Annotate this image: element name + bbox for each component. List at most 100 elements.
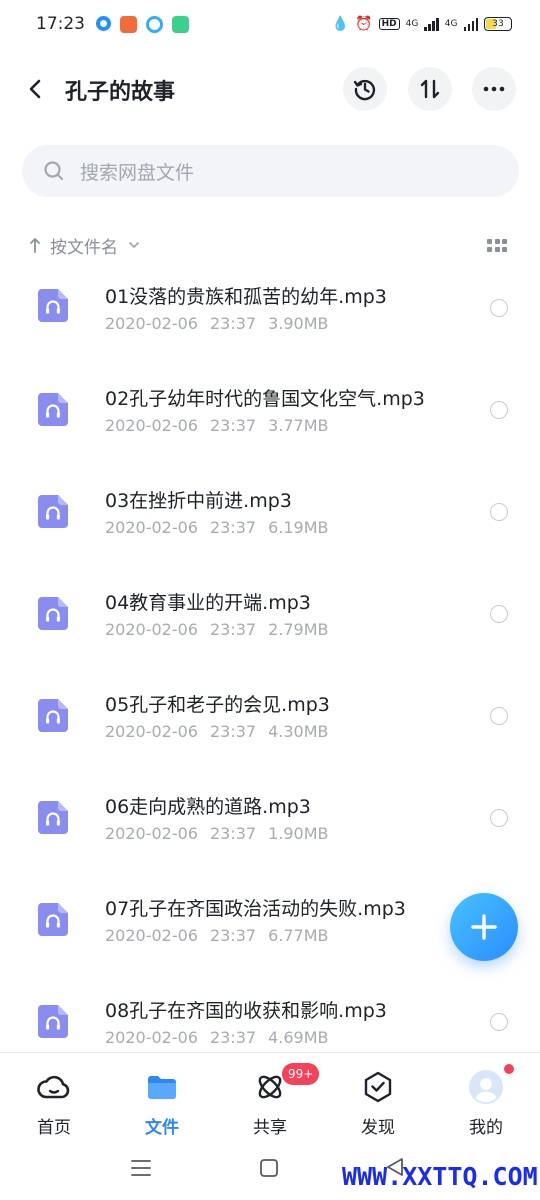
sort-selector[interactable]: 按文件名 <box>28 232 142 258</box>
file-size: 1.90MB <box>268 824 329 843</box>
sort-arrows-icon <box>420 79 440 99</box>
file-time: 23:37 <box>209 620 257 639</box>
sort-label: 按文件名 <box>50 237 118 258</box>
select-checkbox[interactable] <box>490 1013 508 1031</box>
audio-file-icon <box>38 597 68 630</box>
file-name: 07孔子在齐国政治活动的失败.mp3 <box>105 898 406 920</box>
file-size: 4.69MB <box>268 1028 329 1047</box>
home-cloud-icon <box>37 1075 70 1099</box>
file-meta: 2020-02-06 23:37 4.69MB <box>105 1028 329 1047</box>
network-label: 4G <box>444 19 458 29</box>
file-item[interactable]: 02孔子幼年时代的鲁国文化空气.mp3 2020-02-06 23:37 3.77MB <box>0 362 540 464</box>
file-time: 23:37 <box>209 926 257 945</box>
file-meta: 2020-02-06 23:37 6.77MB <box>105 926 329 945</box>
nav-discover[interactable]: 发现 <box>324 1053 432 1143</box>
select-checkbox[interactable] <box>490 605 508 623</box>
header: 孔子的故事 <box>0 62 540 116</box>
back-arrow-icon[interactable] <box>22 75 50 103</box>
nav-label: 首页 <box>37 1118 71 1138</box>
search-placeholder: 搜索网盘文件 <box>80 161 195 184</box>
more-button[interactable] <box>472 67 516 111</box>
file-time: 23:37 <box>209 416 257 435</box>
share-badge: 99+ <box>282 1063 320 1085</box>
file-size: 4.30MB <box>268 722 329 741</box>
add-button[interactable] <box>450 893 518 961</box>
sort-button[interactable] <box>408 67 452 111</box>
file-meta: 2020-02-06 23:37 4.30MB <box>105 722 329 741</box>
plus-icon <box>471 914 497 940</box>
search-icon <box>44 161 64 181</box>
file-date: 2020-02-06 <box>105 926 198 945</box>
folder-icon <box>148 1076 176 1099</box>
file-item[interactable]: 01没落的贵族和孤苦的幼年.mp3 2020-02-06 23:37 3.90MB <box>0 260 540 362</box>
file-item[interactable]: 06走向成熟的道路.mp3 2020-02-06 23:37 1.90MB <box>0 770 540 872</box>
watermark-text: WWW.XXTTQ.COM <box>342 1162 538 1191</box>
file-meta: 2020-02-06 23:37 6.19MB <box>105 518 329 537</box>
battery-level: 33 <box>492 19 504 29</box>
search-input[interactable]: 搜索网盘文件 <box>22 145 519 197</box>
audio-file-icon <box>38 801 68 834</box>
nav-label: 发现 <box>361 1118 395 1138</box>
status-app-icons <box>96 15 189 33</box>
file-meta: 2020-02-06 23:37 2.79MB <box>105 620 329 639</box>
nav-home[interactable]: 首页 <box>0 1053 108 1143</box>
file-item[interactable]: 05孔子和老子的会见.mp3 2020-02-06 23:37 4.30MB <box>0 668 540 770</box>
signal-icon <box>463 17 478 31</box>
status-bar: 17:23 💧 ⏰ HD 4G 4G 33 <box>0 0 540 48</box>
droplet-icon: 💧 <box>331 16 350 32</box>
file-date: 2020-02-06 <box>105 416 198 435</box>
avatar-icon <box>469 1070 503 1104</box>
sort-up-arrow-icon <box>30 238 40 253</box>
nav-label: 共享 <box>253 1118 287 1138</box>
select-checkbox[interactable] <box>490 299 508 317</box>
app-notification-icon <box>120 15 137 33</box>
file-time: 23:37 <box>209 824 257 843</box>
file-date: 2020-02-06 <box>105 824 198 843</box>
history-clock-icon <box>353 79 376 101</box>
nav-files[interactable]: 文件 <box>108 1053 216 1143</box>
file-item[interactable]: 08孔子在齐国的收获和影响.mp3 2020-02-06 23:37 4.69MB <box>0 974 540 1052</box>
file-size: 3.90MB <box>268 314 329 333</box>
file-name: 06走向成熟的道路.mp3 <box>105 796 311 818</box>
file-meta: 2020-02-06 23:37 3.77MB <box>105 416 329 435</box>
nav-label: 我的 <box>469 1118 503 1138</box>
audio-file-icon <box>38 1005 68 1038</box>
file-name: 05孔子和老子的会见.mp3 <box>105 694 330 716</box>
home-square-icon[interactable] <box>259 1158 279 1178</box>
file-size: 2.79MB <box>268 620 329 639</box>
audio-file-icon <box>38 289 68 322</box>
file-time: 23:37 <box>209 314 257 333</box>
file-name: 03在挫折中前进.mp3 <box>105 490 292 512</box>
file-name: 01没落的贵族和孤苦的幼年.mp3 <box>105 286 387 308</box>
file-time: 23:37 <box>209 722 257 741</box>
nav-profile[interactable]: 我的 <box>432 1053 540 1143</box>
select-checkbox[interactable] <box>490 809 508 827</box>
file-name: 08孔子在齐国的收获和影响.mp3 <box>105 1000 387 1022</box>
signal-icon <box>424 17 439 31</box>
file-name: 02孔子幼年时代的鲁国文化空气.mp3 <box>105 388 425 410</box>
bottom-nav: 首页 文件 共享 发现 我的 <box>0 1052 540 1142</box>
menu-icon[interactable] <box>130 1157 152 1179</box>
file-meta: 2020-02-06 23:37 1.90MB <box>105 824 329 843</box>
audio-file-icon <box>38 495 68 528</box>
file-item[interactable]: 03在挫折中前进.mp3 2020-02-06 23:37 6.19MB <box>0 464 540 566</box>
more-dots-icon <box>483 86 505 92</box>
status-time: 17:23 <box>36 14 85 34</box>
file-size: 3.77MB <box>268 416 329 435</box>
select-checkbox[interactable] <box>490 707 508 725</box>
status-right: 💧 ⏰ HD 4G 4G 33 <box>332 17 512 31</box>
grid-view-icon[interactable] <box>487 236 509 254</box>
app-notification-icon <box>146 15 163 33</box>
file-item[interactable]: 04教育事业的开端.mp3 2020-02-06 23:37 2.79MB <box>0 566 540 668</box>
app-notification-icon <box>172 15 189 33</box>
history-button[interactable] <box>343 67 387 111</box>
file-date: 2020-02-06 <box>105 1028 198 1047</box>
select-checkbox[interactable] <box>490 401 508 419</box>
chevron-down-icon <box>129 242 139 248</box>
select-checkbox[interactable] <box>490 503 508 521</box>
file-name: 04教育事业的开端.mp3 <box>105 592 311 614</box>
file-date: 2020-02-06 <box>105 518 198 537</box>
hd-icon: HD <box>378 18 400 30</box>
discover-icon <box>364 1071 392 1103</box>
notification-dot <box>504 1064 514 1074</box>
